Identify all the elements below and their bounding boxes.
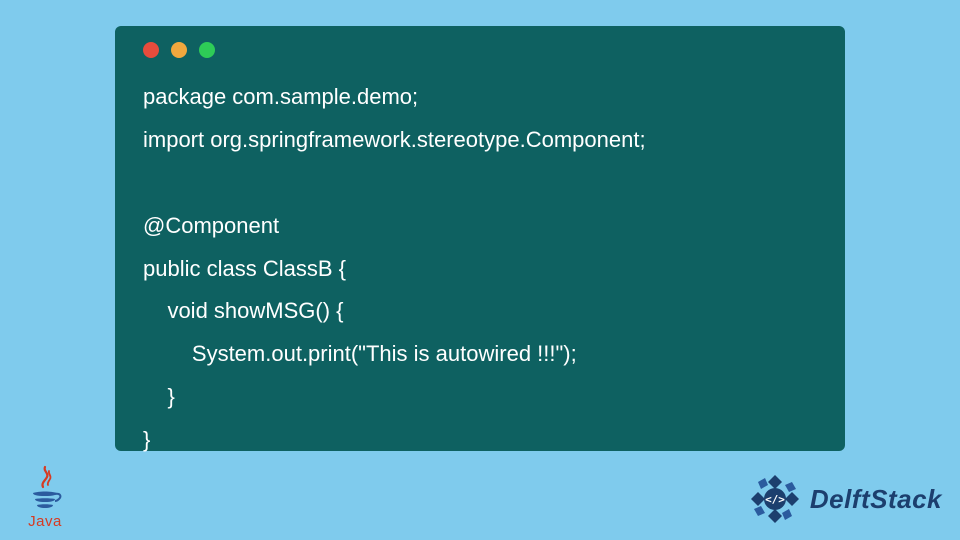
svg-text:</>: </> — [765, 493, 785, 506]
delftstack-icon: </> — [748, 472, 802, 526]
close-icon[interactable] — [143, 42, 159, 58]
java-logo: Java — [18, 458, 72, 530]
java-logo-text: Java — [28, 513, 62, 530]
minimize-icon[interactable] — [171, 42, 187, 58]
code-block: package com.sample.demo; import org.spri… — [143, 76, 825, 462]
window-controls — [143, 42, 825, 58]
code-window: package com.sample.demo; import org.spri… — [115, 26, 845, 451]
brand-logo: </> DelftStack — [748, 472, 942, 526]
java-cup-icon — [25, 465, 65, 513]
maximize-icon[interactable] — [199, 42, 215, 58]
brand-name: DelftStack — [810, 484, 942, 515]
